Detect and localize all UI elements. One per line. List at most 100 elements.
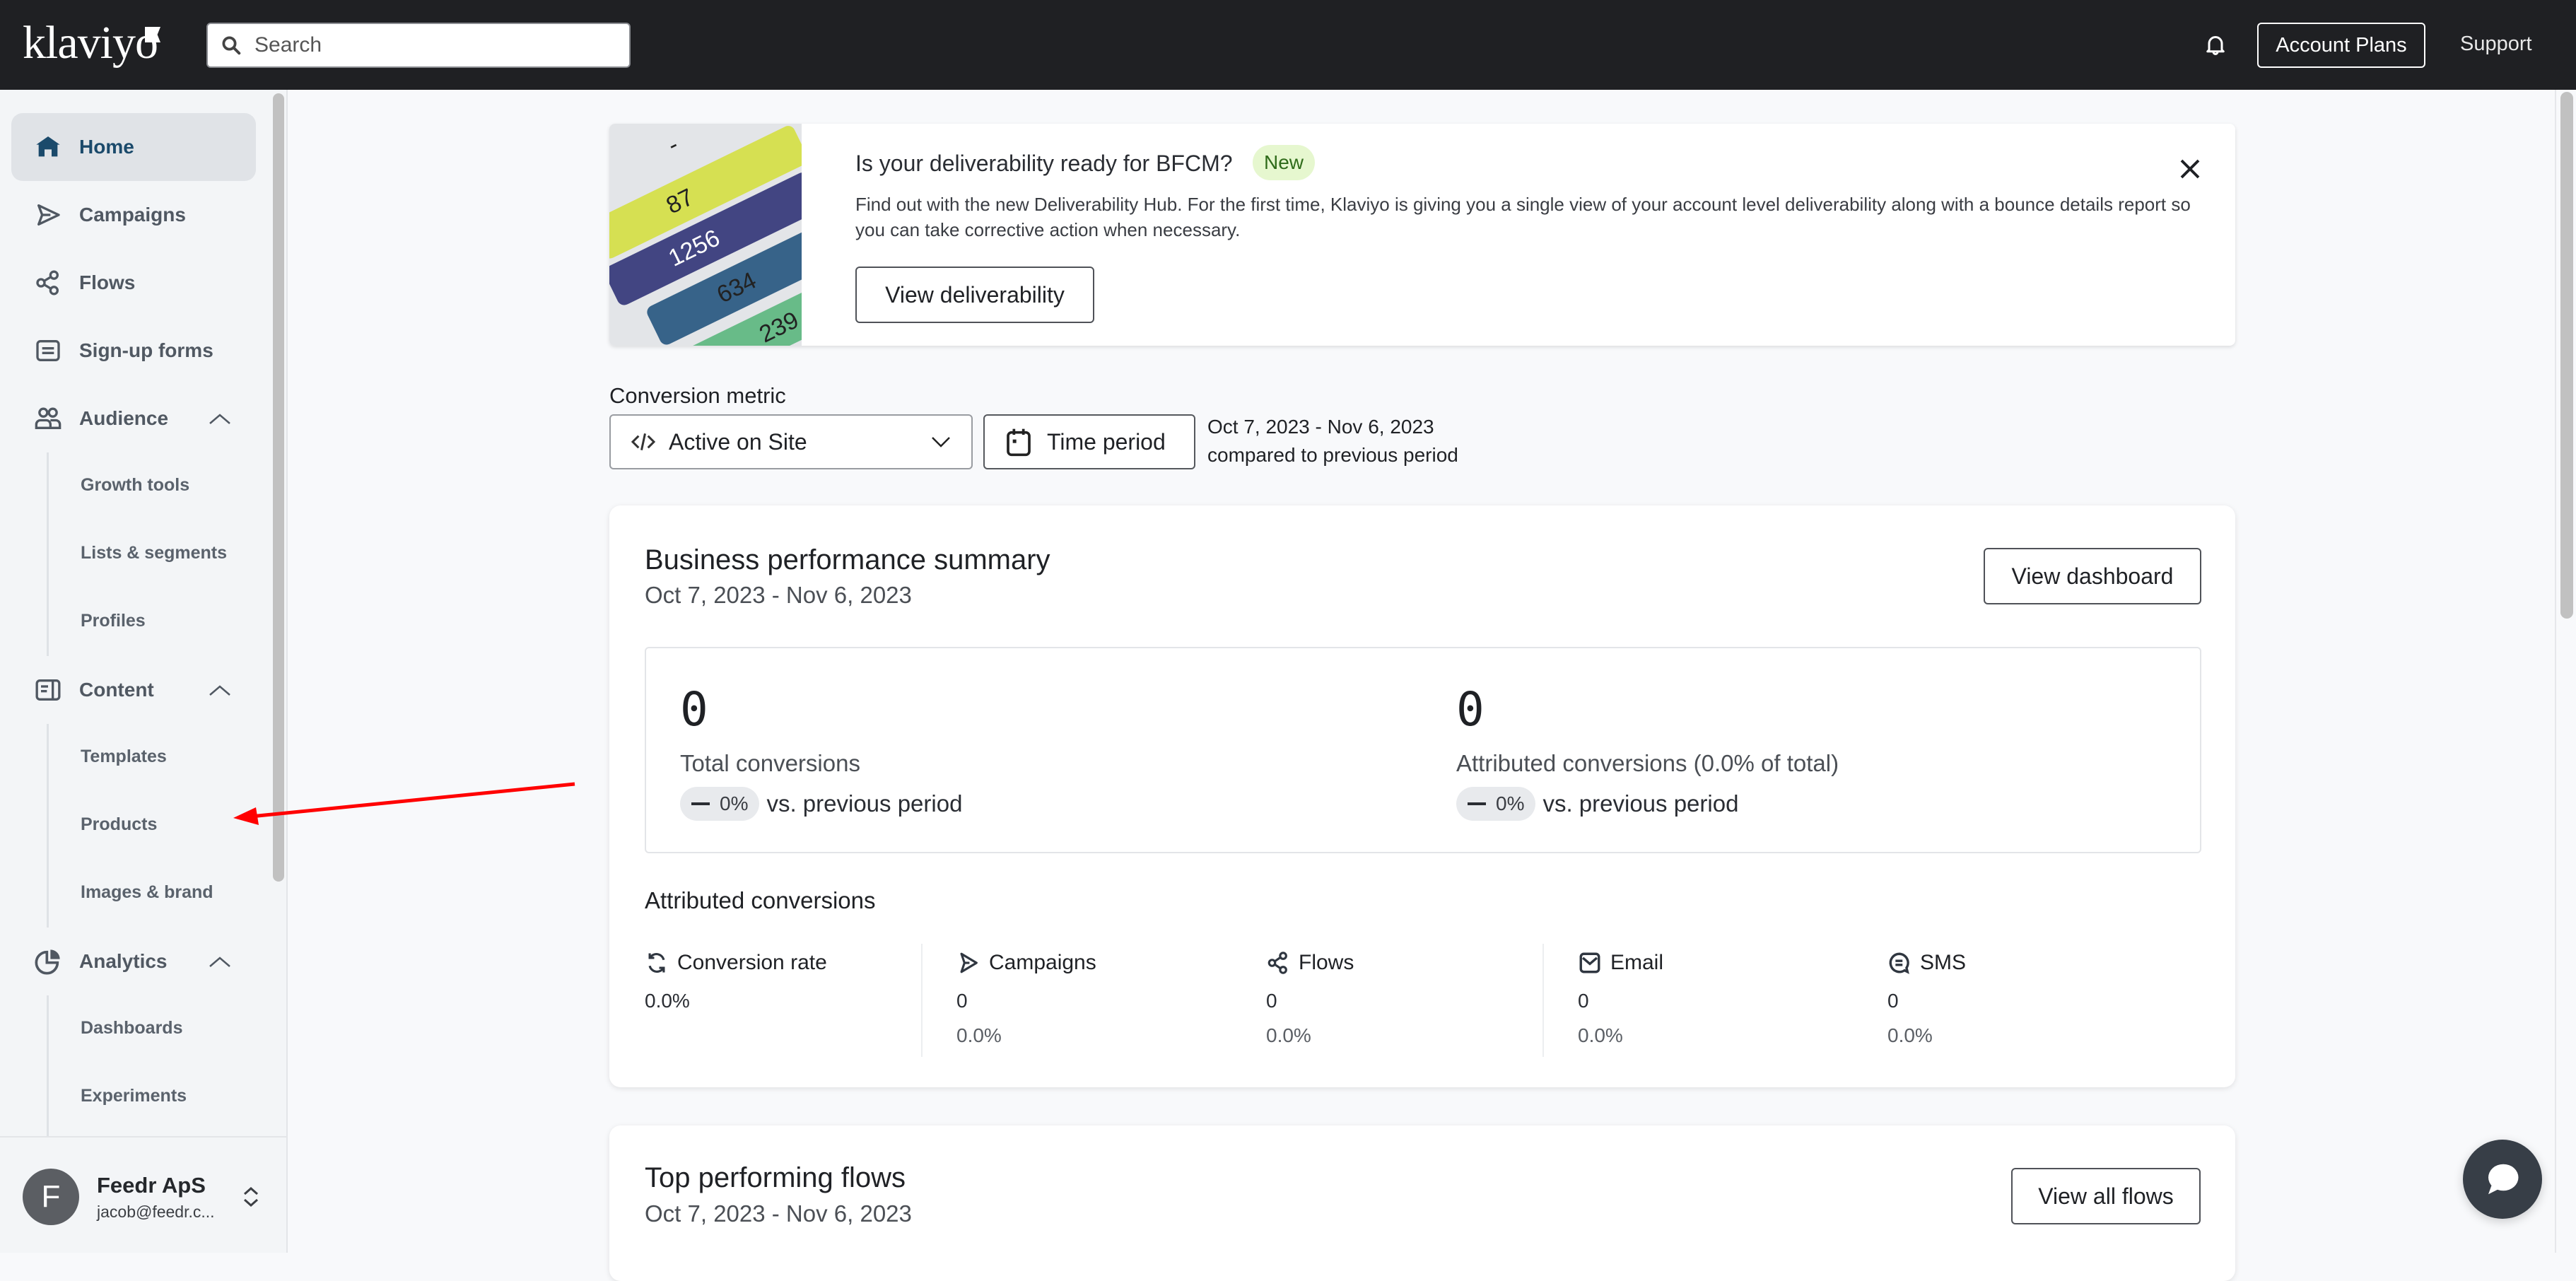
metric-value: 0 [956,990,968,1012]
sidebar-item-flows[interactable]: Flows [11,249,256,317]
logo-flag-icon [145,27,160,42]
analytics-icon [35,949,60,975]
sidebar-item-home[interactable]: Home [11,113,256,181]
sidebar-subitem-images-brand[interactable]: Images & brand [81,882,213,903]
metric-flows: Flows 0 0.0% [1266,944,1577,1057]
main-scrollbar[interactable] [2560,92,2573,619]
chevron-up-icon[interactable] [208,683,232,697]
sidebar-item-label: Sign-up forms [79,339,213,361]
sidebar-subitem-lists-segments[interactable]: Lists & segments [81,543,227,563]
metric-value: 0 [1578,990,1589,1012]
date-range-text: Oct 7, 2023 - Nov 6, 2023 [1207,416,1434,438]
sidebar: Home Campaigns Flows Sign-up forms Audie… [0,90,288,1253]
chat-bubble-icon [2488,1164,2519,1195]
search-box[interactable] [206,23,631,68]
search-input[interactable] [254,33,608,57]
attributed-conversions-title: Attributed conversions [645,887,876,913]
sidebar-subitem-dashboards[interactable]: Dashboards [81,1018,182,1039]
content-icon [35,679,61,701]
metric-value: 0.0% [645,990,690,1012]
sidebar-item-signup-forms[interactable]: Sign-up forms [11,317,256,385]
mail-icon [1579,952,1600,973]
time-period-label: Time period [1047,428,1166,455]
sidebar-item-campaigns[interactable]: Campaigns [11,181,256,249]
kpi-label: Total conversions [680,750,860,776]
view-all-flows-button[interactable]: View all flows [2011,1168,2201,1224]
account-plans-button[interactable]: Account Plans [2257,23,2425,68]
sidebar-subitem-products[interactable]: Products [81,814,157,835]
sidebar-item-label: Home [79,136,134,158]
card-title: Business performance summary [645,544,1050,575]
close-icon[interactable] [2177,156,2203,182]
metric-sms: SMS 0 0.0% [1887,944,2199,1057]
sidebar-scrollbar[interactable] [273,93,284,882]
conversion-metric-dropdown[interactable]: Active on Site [609,414,973,469]
sms-icon [1889,952,1909,974]
sidebar-subitem-growth-tools[interactable]: Growth tools [81,475,189,496]
delta-pill: 0% [680,787,760,821]
time-period-button[interactable]: Time period [983,414,1195,469]
sidebar-item-label: Analytics [79,950,168,972]
search-icon [222,36,241,55]
card-date-range: Oct 7, 2023 - Nov 6, 2023 [645,582,912,608]
sidebar-subitem-templates[interactable]: Templates [81,747,167,767]
banner-title: Is your deliverability ready for BFCM? [855,151,1233,176]
kpi-panel: 0 Total conversions 0% vs. previous peri… [645,647,2201,853]
metric-campaigns: Campaigns 0 0.0% [921,944,1232,1057]
code-icon [631,433,656,450]
submenu-rail [47,452,49,656]
sidebar-item-label: Campaigns [79,204,186,226]
chevron-up-down-icon[interactable] [240,1183,262,1211]
klaviyo-logo[interactable]: klaviyo [23,20,158,66]
flat-trend-icon [1468,802,1486,805]
view-deliverability-button[interactable]: View deliverability [855,267,1094,323]
flat-trend-icon [691,802,710,805]
support-link[interactable]: Support [2460,33,2532,56]
chat-support-button[interactable] [2463,1140,2542,1219]
metric-percent: 0.0% [1887,1024,1933,1046]
sidebar-item-label: Flows [79,271,136,293]
view-dashboard-button[interactable]: View dashboard [1984,548,2201,604]
metric-label: Flows [1299,951,1354,974]
flows-icon [36,270,59,296]
chevron-down-icon [932,437,950,448]
conversion-metric-label: Conversion metric [609,383,786,408]
sidebar-item-content[interactable]: Content [11,656,256,724]
chevron-up-icon[interactable] [208,411,232,426]
sidebar-item-label: Audience [79,407,169,429]
sidebar-subitem-experiments[interactable]: Experiments [81,1086,187,1106]
kpi-delta: 0% vs. previous period [680,787,962,821]
delta-comparison: vs. previous period [1542,790,1739,817]
kpi-delta: 0% vs. previous period [1456,787,1738,821]
account-switcher[interactable]: F Feedr ApS jacob@feedr.c... [0,1136,286,1253]
send-icon [37,204,60,226]
delta-pill: 0% [1456,787,1536,821]
comparison-text: compared to previous period [1207,444,1458,466]
sidebar-subitem-profiles[interactable]: Profiles [81,611,146,631]
top-flows-card: Top performing flows Oct 7, 2023 - Nov 6… [609,1125,2235,1281]
metric-label: Email [1610,951,1664,974]
refresh-icon [648,953,665,973]
sidebar-item-label: Content [79,679,154,701]
card-date-range: Oct 7, 2023 - Nov 6, 2023 [645,1200,912,1227]
avatar: F [23,1169,79,1225]
metric-label: Conversion rate [677,951,827,974]
sidebar-item-analytics[interactable]: Analytics [11,928,256,995]
kpi-label: Attributed conversions (0.0% of total) [1456,750,1839,776]
metric-percent: 0.0% [956,1024,1002,1046]
people-icon [35,407,62,429]
metric-email: Email 0 0.0% [1542,944,1854,1057]
deliverability-banner: - 87 1256 634 239 Is your deliverability… [609,124,2235,346]
chevron-up-icon[interactable] [208,954,232,969]
notification-bell-icon[interactable] [2203,32,2228,57]
business-performance-card: Business performance summary Oct 7, 2023… [609,505,2235,1087]
sidebar-item-audience[interactable]: Audience [11,385,256,452]
metric-value: 0 [1887,990,1899,1012]
kpi-value: 0 [680,682,708,737]
flows-icon [1267,952,1287,974]
conversion-metric-value: Active on Site [669,428,807,455]
send-icon [960,952,978,973]
metric-percent: 0.0% [1578,1024,1623,1046]
home-icon [36,136,60,157]
metric-conversion-rate: Conversion rate 0.0% [645,944,920,1057]
